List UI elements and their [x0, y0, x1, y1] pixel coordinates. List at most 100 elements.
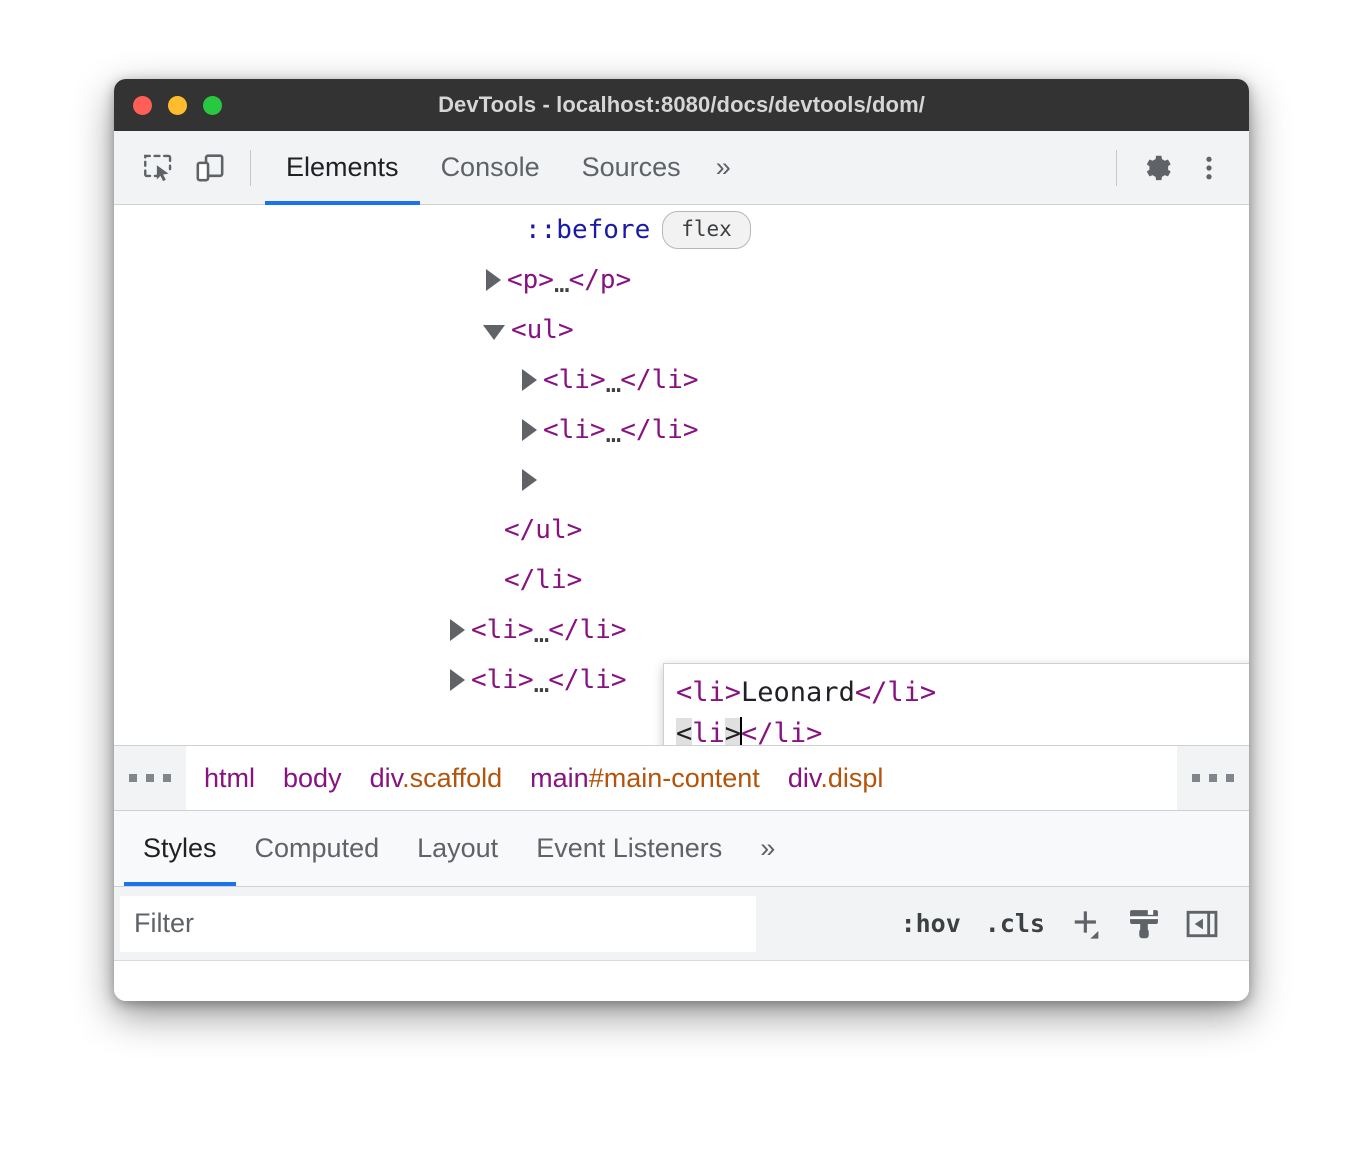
editor-open-tag: <li>	[676, 677, 741, 708]
styles-filter-input[interactable]	[120, 896, 756, 952]
editor-text-content: Leonard	[741, 677, 855, 708]
minimize-window-button[interactable]	[168, 96, 187, 115]
dom-row-ul-close[interactable]: </ul>	[114, 505, 1249, 555]
element-classes-button[interactable]: .cls	[973, 909, 1057, 938]
more-tabs-button[interactable]: »	[702, 131, 745, 205]
editor-line-2: <li></li>	[676, 713, 1249, 745]
tag-open: <ul>	[511, 315, 574, 345]
panel-tab-strip: Elements Console Sources »	[265, 131, 745, 205]
tab-event-listeners[interactable]: Event Listeners	[517, 810, 741, 886]
settings-button[interactable]	[1131, 142, 1183, 194]
collapsed-ellipsis: …	[534, 669, 549, 699]
tag-close: </li>	[548, 665, 626, 695]
breadcrumb-scroll-right-button[interactable]	[1177, 746, 1249, 810]
editor-bracket-close: >	[725, 718, 741, 745]
dom-row-li-editing[interactable]	[114, 455, 1249, 505]
styles-pane-tab-strip: Styles Computed Layout Event Listeners »	[114, 811, 1249, 887]
editor-line-1: <li>Leonard</li>	[676, 672, 1249, 713]
dom-row-li-3[interactable]: <li>…</li>	[114, 605, 1249, 655]
breadcrumb-scroll-left-button[interactable]	[114, 746, 186, 810]
dom-tree-pane[interactable]: ::before flex <p>…</p> <ul> <li>…</li> <…	[114, 205, 1249, 745]
tag-open: <li>	[471, 615, 534, 645]
toolbar-right-group	[1102, 142, 1249, 194]
dom-row-li-2[interactable]: <li>…</li>	[114, 405, 1249, 455]
dom-row-ul[interactable]: <ul>	[114, 305, 1249, 355]
disclosure-triangle-icon[interactable]	[522, 369, 537, 391]
breadcrumb-class: .scaffold	[402, 763, 502, 793]
tab-styles[interactable]: Styles	[124, 810, 236, 886]
tag-open: <p>	[507, 265, 554, 295]
breadcrumb-item-main-content[interactable]: main#main-content	[516, 763, 774, 794]
collapsed-ellipsis: …	[606, 419, 621, 449]
disclosure-triangle-icon[interactable]	[450, 669, 465, 691]
tag-close: </li>	[620, 365, 698, 395]
breadcrumb-item-html[interactable]: html	[190, 763, 269, 794]
tag-close: </li>	[548, 615, 626, 645]
ellipsis-icon	[129, 774, 171, 782]
kebab-menu-icon	[1194, 151, 1224, 185]
breadcrumb-class: .displ	[820, 763, 883, 793]
breadcrumb-item-div-scaffold[interactable]: div.scaffold	[356, 763, 517, 794]
tag-open: <li>	[543, 415, 606, 445]
toggle-styles-sidebar-button[interactable]	[1173, 895, 1231, 953]
collapsed-ellipsis: …	[606, 369, 621, 399]
devtools-main-toolbar: Elements Console Sources »	[114, 131, 1249, 205]
tag-open: <li>	[471, 665, 534, 695]
more-options-button[interactable]	[1183, 142, 1235, 194]
breadcrumb-id: #main-content	[589, 763, 760, 793]
tab-layout[interactable]: Layout	[398, 810, 517, 886]
device-toolbar-button[interactable]	[184, 142, 236, 194]
editor-close-tag: </li>	[741, 718, 822, 745]
breadcrumb-item-body[interactable]: body	[269, 763, 356, 794]
pseudo-element-label: ::before	[525, 215, 650, 245]
toolbar-divider-right	[1116, 150, 1117, 186]
traffic-light-group	[133, 79, 222, 131]
styles-filter-bar: :hov .cls	[114, 887, 1249, 961]
close-window-button[interactable]	[133, 96, 152, 115]
flex-badge[interactable]: flex	[662, 211, 751, 249]
toolbar-divider-left	[250, 150, 251, 186]
window-title: DevTools - localhost:8080/docs/devtools/…	[114, 92, 1249, 118]
breadcrumb-list: html body div.scaffold main#main-content…	[186, 746, 1177, 810]
toggle-element-state-button[interactable]: :hov	[889, 909, 973, 938]
plus-icon	[1066, 904, 1106, 944]
tag-close: </li>	[504, 565, 582, 595]
paintbrush-icon	[1125, 905, 1163, 943]
devtools-window: DevTools - localhost:8080/docs/devtools/…	[114, 79, 1249, 1001]
disclosure-triangle-icon[interactable]	[483, 325, 505, 340]
maximize-window-button[interactable]	[203, 96, 222, 115]
breadcrumb-tag: div	[788, 763, 821, 793]
styles-content-area	[114, 961, 1249, 1001]
dom-row-li-close[interactable]: </li>	[114, 555, 1249, 605]
dom-row-li-1[interactable]: <li>…</li>	[114, 355, 1249, 405]
disclosure-triangle-icon[interactable]	[522, 419, 537, 441]
computed-styles-sidebar-button[interactable]	[1115, 895, 1173, 953]
dom-row-p[interactable]: <p>…</p>	[114, 255, 1249, 305]
breadcrumb-tag: div	[370, 763, 403, 793]
dom-row-before[interactable]: ::before flex	[114, 205, 1249, 255]
styles-more-tabs-button[interactable]: »	[741, 810, 794, 886]
editor-tag-name: li	[692, 718, 725, 745]
tag-open: <li>	[543, 365, 606, 395]
collapsed-ellipsis: …	[554, 269, 569, 299]
tab-computed[interactable]: Computed	[236, 810, 399, 886]
disclosure-triangle-icon[interactable]	[486, 269, 501, 291]
tag-close: </p>	[569, 265, 632, 295]
editor-close-tag: </li>	[855, 677, 936, 708]
new-style-rule-button[interactable]	[1057, 895, 1115, 953]
tag-close: </li>	[620, 415, 698, 445]
gear-icon	[1139, 150, 1175, 186]
inline-html-editor[interactable]: <li>Leonard</li> <li></li>	[663, 663, 1249, 745]
tab-console[interactable]: Console	[420, 131, 561, 205]
breadcrumb-item-div-display[interactable]: div.displ	[774, 763, 898, 794]
tab-sources[interactable]: Sources	[561, 131, 702, 205]
window-titlebar: DevTools - localhost:8080/docs/devtools/…	[114, 79, 1249, 131]
collapse-sidebar-icon	[1183, 905, 1221, 943]
editor-bracket-open: <	[676, 718, 692, 745]
disclosure-triangle-icon[interactable]	[522, 469, 537, 491]
tab-elements[interactable]: Elements	[265, 131, 420, 205]
disclosure-triangle-icon[interactable]	[450, 619, 465, 641]
inspect-element-button[interactable]	[132, 142, 184, 194]
styles-filter-actions: :hov .cls	[889, 895, 1249, 953]
tag-close: </ul>	[174, 515, 582, 545]
